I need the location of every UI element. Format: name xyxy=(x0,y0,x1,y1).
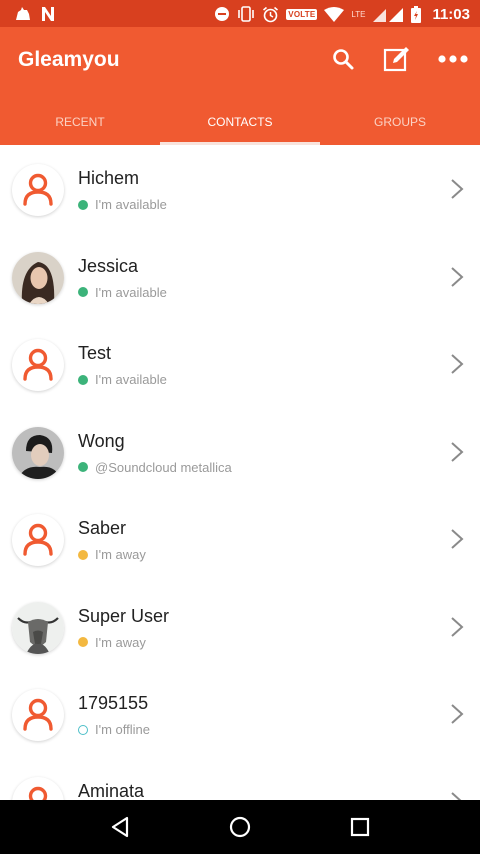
chevron-right-icon xyxy=(451,179,464,199)
status-text: @Soundcloud metallica xyxy=(95,459,232,475)
contact-row[interactable]: Hichem I'm available xyxy=(0,145,480,233)
woman-photo-icon xyxy=(12,251,64,304)
recents-icon xyxy=(350,817,370,837)
contact-row[interactable]: Test I'm available xyxy=(0,320,480,408)
contact-status: I'm available xyxy=(78,197,167,212)
alarm-icon xyxy=(262,6,279,23)
default-avatar-icon xyxy=(23,348,53,381)
volte-badge: VOLTE xyxy=(286,8,318,20)
more-button[interactable] xyxy=(437,45,469,73)
contact-status: I'm offline xyxy=(78,722,150,737)
more-icon xyxy=(438,55,468,63)
compose-button[interactable] xyxy=(383,45,411,73)
system-nav-bar xyxy=(0,800,480,854)
contact-row[interactable]: Aminata xyxy=(0,758,480,801)
contact-status: I'm away xyxy=(78,547,146,562)
chevron-right-icon xyxy=(451,616,464,637)
avatar xyxy=(12,426,64,479)
status-text: I'm away xyxy=(95,547,146,562)
contact-name: Wong xyxy=(78,430,125,451)
default-avatar-icon xyxy=(28,786,48,800)
contact-name: Jessica xyxy=(78,255,139,276)
signal-icon xyxy=(372,6,404,22)
yak-photo-icon xyxy=(12,601,64,654)
contact-status: I'm available xyxy=(78,285,167,300)
vibrate-icon xyxy=(237,6,255,22)
contact-status: I'm available xyxy=(78,372,167,387)
contact-row[interactable]: Super User I'm away xyxy=(0,583,480,671)
lte-label: LTE xyxy=(351,9,366,19)
dnd-icon xyxy=(214,6,230,22)
contact-name: 1795155 xyxy=(78,693,149,713)
avatar xyxy=(12,251,64,304)
presence-available-icon xyxy=(78,199,88,210)
chevron-right-icon xyxy=(451,266,464,287)
tab-groups[interactable]: GROUPS xyxy=(320,99,480,145)
avatar xyxy=(12,339,64,391)
clock: 11:03 xyxy=(432,5,470,23)
chevron-right-icon xyxy=(451,791,462,800)
app-title: Gleamyou xyxy=(18,48,120,71)
contact-name: Test xyxy=(78,343,112,363)
chevron-right-icon xyxy=(451,529,464,549)
presence-offline-icon xyxy=(78,724,88,735)
status-text: I'm available xyxy=(95,372,167,387)
contact-row[interactable]: 1795155 I'm offline xyxy=(0,670,480,758)
status-text: I'm offline xyxy=(95,722,150,737)
compose-icon xyxy=(383,47,409,72)
contact-status: I'm away xyxy=(78,635,146,650)
tab-bar: RECENT CONTACTS GROUPS xyxy=(0,99,480,145)
home-button[interactable] xyxy=(220,807,260,847)
avatar xyxy=(12,164,64,216)
tab-groups-label: GROUPS xyxy=(373,115,426,129)
home-icon xyxy=(229,816,251,838)
contact-name: Saber xyxy=(78,518,127,538)
battery-icon xyxy=(411,5,422,23)
tab-recent[interactable]: RECENT xyxy=(0,99,160,145)
back-button[interactable] xyxy=(100,807,140,847)
contact-name: Super User xyxy=(78,605,170,626)
tab-contacts[interactable]: CONTACTS xyxy=(160,99,320,145)
presence-away-icon xyxy=(78,637,88,647)
app-bar: Gleamyou RECENT CONTACTS GROUPS xyxy=(0,27,480,145)
contact-name: Hichem xyxy=(78,168,140,188)
avatar xyxy=(12,689,64,741)
search-button[interactable] xyxy=(329,45,357,73)
default-avatar-icon xyxy=(23,523,53,556)
status-bar: VOLTE LTE 11:03 xyxy=(0,0,480,27)
presence-available-icon xyxy=(78,374,88,385)
contact-status: @Soundcloud metallica xyxy=(78,460,232,475)
presence-away-icon xyxy=(78,549,88,560)
recents-button[interactable] xyxy=(340,807,380,847)
avatar xyxy=(12,601,64,654)
avatar xyxy=(12,514,64,566)
status-notifications xyxy=(14,4,56,24)
contact-row[interactable]: Wong @Soundcloud metallica xyxy=(0,408,480,496)
contact-name: Aminata xyxy=(78,780,145,801)
status-indicators: VOLTE LTE 11:03 xyxy=(214,4,470,24)
chevron-right-icon xyxy=(451,704,464,724)
n-notification-icon xyxy=(40,6,56,22)
presence-available-icon xyxy=(78,462,88,472)
chevron-right-icon xyxy=(451,354,464,374)
tab-contacts-label: CONTACTS xyxy=(207,115,273,129)
default-avatar-icon xyxy=(23,173,53,206)
presence-available-icon xyxy=(78,287,88,297)
contact-list[interactable]: Hichem I'm available Jessica I'm availab… xyxy=(0,145,480,800)
status-text: I'm away xyxy=(95,634,146,650)
cat-notification-icon xyxy=(14,6,32,22)
wifi-icon xyxy=(324,6,345,22)
tab-recent-label: RECENT xyxy=(55,115,105,129)
contact-row[interactable]: Saber I'm away xyxy=(0,495,480,583)
status-text: I'm available xyxy=(95,197,167,212)
contact-row[interactable]: Jessica I'm available xyxy=(0,233,480,321)
chevron-right-icon xyxy=(451,441,464,462)
man-photo-icon xyxy=(12,426,64,479)
avatar xyxy=(12,776,64,800)
search-icon xyxy=(333,49,354,70)
status-text: I'm available xyxy=(95,284,167,300)
back-icon xyxy=(111,816,129,838)
default-avatar-icon xyxy=(23,698,53,731)
